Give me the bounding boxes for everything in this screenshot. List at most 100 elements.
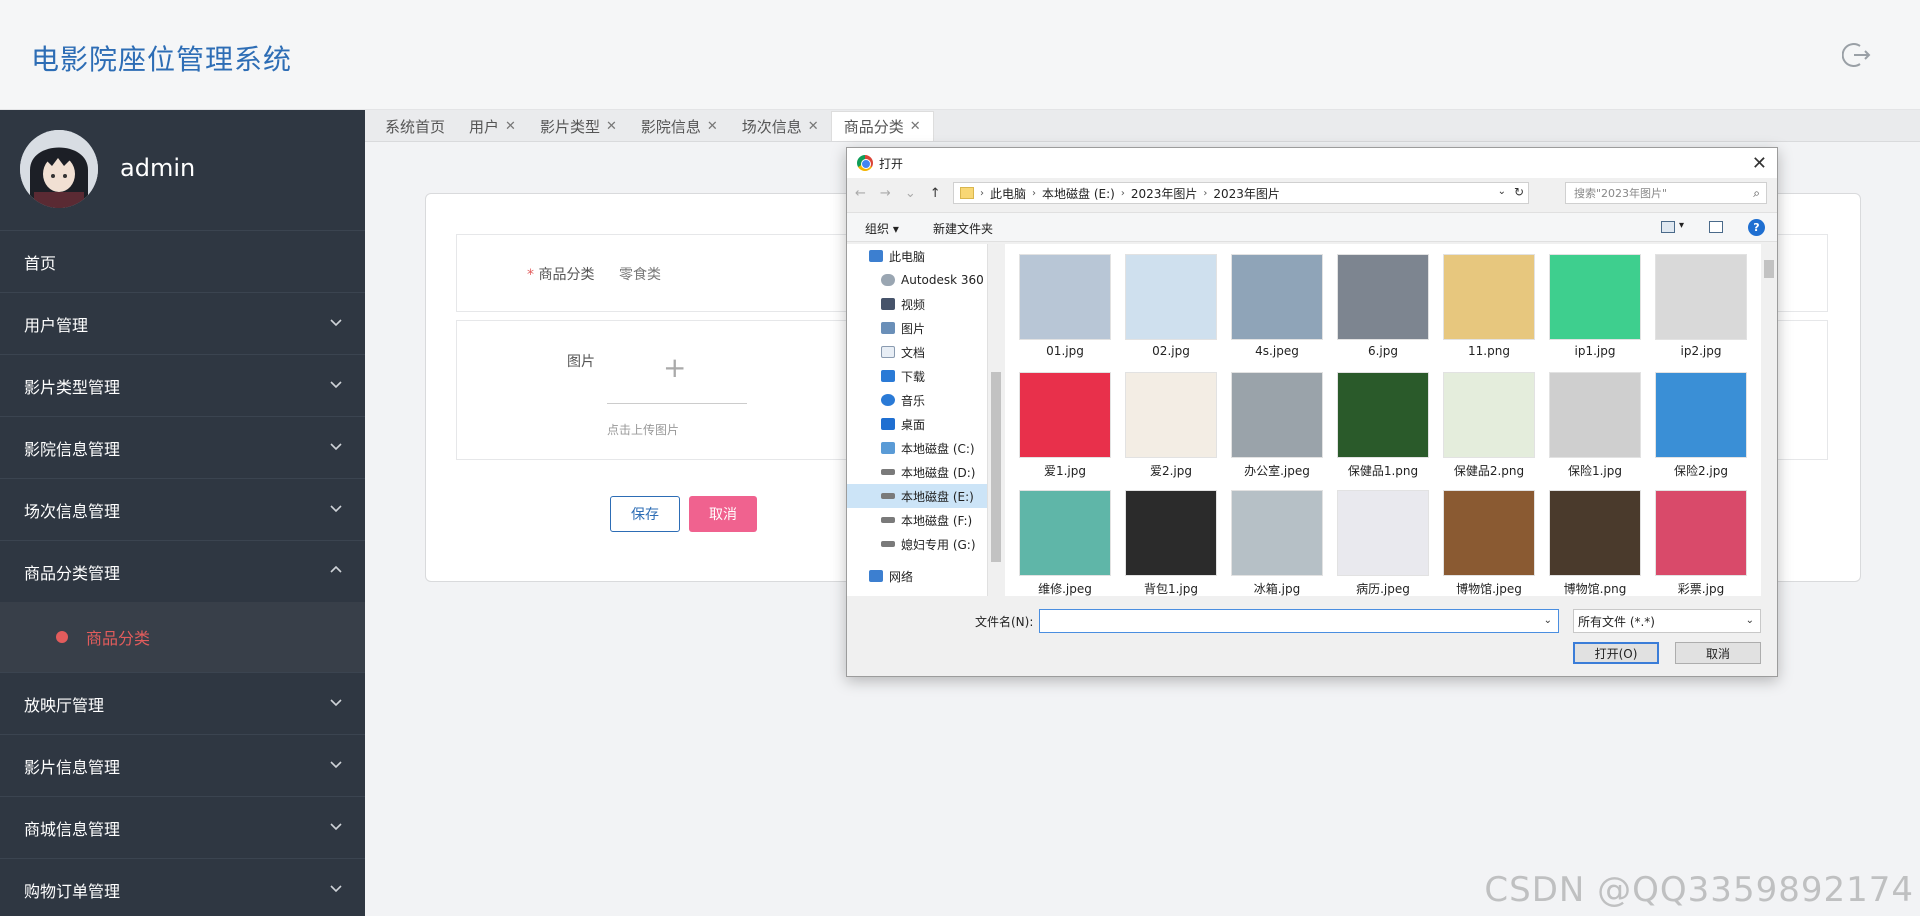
organize-menu[interactable]: 组织 ▾ (865, 220, 899, 237)
file-item[interactable]: 11.png (1439, 254, 1539, 358)
search-input[interactable]: 搜索"2023年图片" ⌕ (1565, 182, 1767, 204)
sidebar-item-label: 放映厅管理 (24, 695, 105, 715)
chevron-down-icon (330, 823, 342, 831)
file-thumbnail (1549, 254, 1641, 340)
scrollbar-thumb[interactable] (991, 372, 1001, 562)
cancel-button[interactable]: 取消 (689, 496, 757, 532)
logout-icon[interactable] (1842, 40, 1872, 70)
save-button[interactable]: 保存 (610, 496, 680, 532)
forward-icon[interactable]: → (880, 186, 891, 201)
file-item[interactable]: 保险1.jpg (1545, 372, 1645, 479)
file-item[interactable]: 博物馆.png (1545, 490, 1645, 596)
new-folder-button[interactable]: 新建文件夹 (933, 220, 993, 237)
sidebar-subitem-product-category[interactable]: 商品分类 (0, 602, 365, 672)
sidebar-item-users[interactable]: 用户管理 (0, 292, 365, 354)
tree-item-label: 图片 (901, 321, 926, 336)
file-item[interactable]: 保健品2.png (1439, 372, 1539, 479)
tree-item-drive-g[interactable]: 媳妇专用 (G:) (847, 532, 987, 556)
tree-item-documents[interactable]: 文档 (847, 340, 987, 364)
chevron-down-icon[interactable]: ⌄ (1746, 615, 1754, 626)
close-icon[interactable]: ✕ (808, 119, 819, 134)
file-item[interactable]: 病历.jpeg (1333, 490, 1433, 596)
tab-home[interactable]: 系统首页 (373, 111, 457, 141)
close-icon[interactable]: ✕ (1752, 153, 1767, 174)
file-item[interactable]: ip1.jpg (1545, 254, 1645, 358)
file-item[interactable]: ip2.jpg (1651, 254, 1751, 358)
tree-item-network[interactable]: 网络 (847, 564, 987, 588)
tree-item-label: 媳妇专用 (G:) (901, 537, 976, 552)
tree-item-downloads[interactable]: 下载 (847, 364, 987, 388)
category-label-text: 商品分类 (538, 267, 595, 283)
file-item[interactable]: 爱2.jpg (1121, 372, 1221, 479)
help-icon[interactable]: ? (1748, 219, 1765, 236)
file-item[interactable]: 维修.jpeg (1015, 490, 1115, 596)
file-item[interactable]: 4s.jpeg (1227, 254, 1327, 358)
tab-users[interactable]: 用户 ✕ (457, 111, 528, 141)
tree-item-drive-c[interactable]: 本地磁盘 (C:) (847, 436, 987, 460)
tab-cinemas[interactable]: 影院信息 ✕ (629, 111, 730, 141)
sidebar-item-product-categories[interactable]: 商品分类管理 (0, 540, 365, 602)
refresh-icon[interactable]: ↻ (1514, 185, 1524, 199)
tree-item-drive-f[interactable]: 本地磁盘 (F:) (847, 508, 987, 532)
view-options-icon[interactable] (1661, 221, 1675, 233)
search-icon[interactable]: ⌕ (1753, 186, 1760, 201)
sidebar-item-halls[interactable]: 放映厅管理 (0, 672, 365, 734)
tree-item-music[interactable]: 音乐 (847, 388, 987, 412)
file-item[interactable]: 彩票.jpg (1651, 490, 1751, 596)
category-input[interactable]: 零食类 (619, 264, 661, 284)
tree-item-this-pc[interactable]: 此电脑 (847, 244, 987, 268)
tab-movie-types[interactable]: 影片类型 ✕ (528, 111, 629, 141)
chevron-down-icon[interactable]: ▾ (1679, 220, 1684, 231)
tree-scrollbar[interactable] (987, 244, 1003, 596)
filename-input[interactable]: ⌄ (1039, 609, 1559, 633)
upload-hint[interactable]: 点击上传图片 (607, 421, 679, 438)
close-icon[interactable]: ✕ (707, 119, 718, 134)
file-item[interactable]: 冰箱.jpg (1227, 490, 1327, 596)
tree-item-desktop[interactable]: 桌面 (847, 412, 987, 436)
file-item[interactable]: 保健品1.png (1333, 372, 1433, 479)
tree-item-videos[interactable]: 视频 (847, 292, 987, 316)
tab-sessions[interactable]: 场次信息 ✕ (730, 111, 831, 141)
file-name: 01.jpg (1046, 344, 1084, 358)
upload-plus-icon[interactable]: + (663, 351, 686, 384)
file-item[interactable]: 博物馆.jpeg (1439, 490, 1539, 596)
file-item[interactable]: 办公室.jpeg (1227, 372, 1327, 479)
file-item[interactable]: 6.jpg (1333, 254, 1433, 358)
tree-item-autodesk[interactable]: Autodesk 360 (847, 268, 987, 292)
breadcrumb-item[interactable]: 2023年图片 (1213, 185, 1280, 202)
file-item[interactable]: 爱1.jpg (1015, 372, 1115, 479)
sidebar-item-sessions[interactable]: 场次信息管理 (0, 478, 365, 540)
up-icon[interactable]: ↑ (930, 186, 941, 201)
tree-item-pictures[interactable]: 图片 (847, 316, 987, 340)
file-item[interactable]: 保险2.jpg (1651, 372, 1751, 479)
sidebar-item-home[interactable]: 首页 (0, 230, 365, 292)
open-button[interactable]: 打开(O) (1573, 642, 1659, 664)
sidebar-item-cinemas[interactable]: 影院信息管理 (0, 416, 365, 478)
breadcrumb-item[interactable]: 此电脑 (990, 185, 1026, 202)
breadcrumb-item[interactable]: 2023年图片 (1131, 185, 1198, 202)
address-bar[interactable]: › 此电脑 › 本地磁盘 (E:) › 2023年图片 › 2023年图片 ⌄ … (953, 182, 1529, 204)
sidebar-item-mall[interactable]: 商城信息管理 (0, 796, 365, 858)
close-icon[interactable]: ✕ (910, 119, 921, 134)
chevron-down-icon[interactable]: ⌄ (1498, 186, 1506, 197)
recent-dropdown-icon[interactable]: ⌄ (905, 186, 916, 201)
files-scrollbar[interactable] (1761, 244, 1777, 596)
close-icon[interactable]: ✕ (505, 119, 516, 134)
dialog-cancel-button[interactable]: 取消 (1675, 642, 1761, 664)
file-item[interactable]: 01.jpg (1015, 254, 1115, 358)
scrollbar-thumb[interactable] (1764, 260, 1774, 278)
sidebar-item-movie-types[interactable]: 影片类型管理 (0, 354, 365, 416)
file-item[interactable]: 背包1.jpg (1121, 490, 1221, 596)
breadcrumb-item[interactable]: 本地磁盘 (E:) (1042, 185, 1115, 202)
preview-pane-icon[interactable] (1709, 221, 1723, 233)
file-item[interactable]: 02.jpg (1121, 254, 1221, 358)
chevron-down-icon[interactable]: ⌄ (1544, 615, 1552, 626)
back-icon[interactable]: ← (855, 186, 866, 201)
close-icon[interactable]: ✕ (606, 119, 617, 134)
tree-item-drive-d[interactable]: 本地磁盘 (D:) (847, 460, 987, 484)
tree-item-drive-e[interactable]: 本地磁盘 (E:) (847, 484, 987, 508)
sidebar-item-orders[interactable]: 购物订单管理 (0, 858, 365, 916)
filetype-select[interactable]: 所有文件 (*.*) ⌄ (1573, 609, 1761, 633)
tab-product-category[interactable]: 商品分类 ✕ (830, 111, 934, 141)
sidebar-item-movies[interactable]: 影片信息管理 (0, 734, 365, 796)
